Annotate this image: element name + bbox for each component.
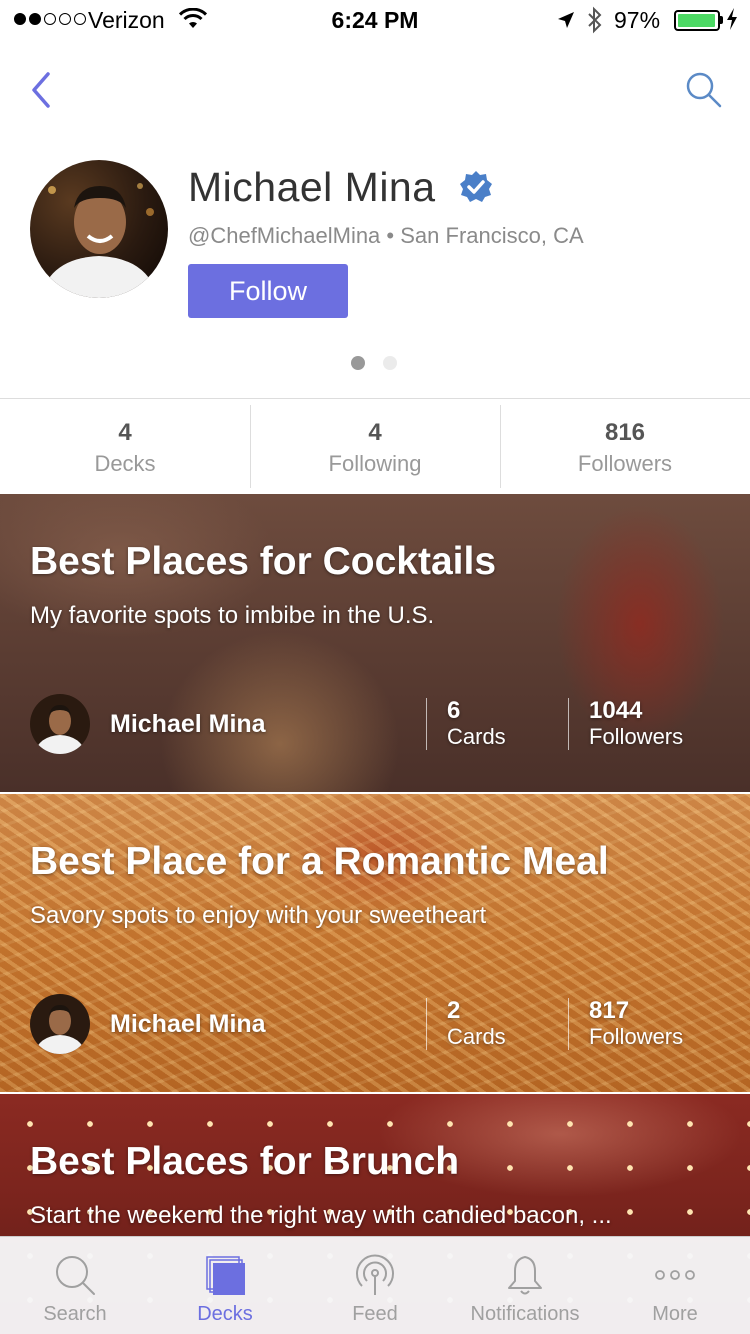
search-icon [56, 1256, 95, 1295]
deck-subtitle: My favorite spots to imbibe in the U.S. [30, 602, 435, 629]
deck-title: Best Places for Cocktails [30, 540, 497, 583]
profile-location: San Francisco, CA [400, 223, 584, 248]
stat-following[interactable]: 4 Following [250, 399, 500, 494]
bell-icon [508, 1256, 542, 1295]
decks-icon [206, 1256, 245, 1295]
followers-label: Followers [589, 1024, 684, 1049]
profile-meta: @ChefMichaelMina • San Francisco, CA [188, 223, 584, 249]
tab-label: Decks [197, 1303, 253, 1325]
tab-more[interactable]: More [600, 1237, 750, 1334]
tab-search[interactable]: Search [0, 1237, 150, 1334]
feed-broadcast-icon [356, 1254, 394, 1295]
author-avatar [30, 694, 90, 754]
followers-value: 817 [589, 997, 630, 1024]
page-dot-2[interactable] [383, 356, 397, 370]
tab-notifications[interactable]: Notifications [450, 1237, 600, 1334]
stat-value: 4 [368, 419, 382, 446]
profile-name: Michael Mina [188, 164, 436, 210]
page-dot-1[interactable] [351, 356, 365, 370]
deck-followers-count: 817 Followers [568, 998, 683, 1050]
tab-label: Feed [352, 1303, 398, 1325]
tab-decks[interactable]: Decks [150, 1237, 300, 1334]
stat-label: Following [328, 451, 422, 476]
stat-label: Decks [94, 451, 156, 476]
bluetooth-icon [586, 6, 604, 40]
more-dots-icon [655, 1270, 695, 1280]
status-bar: Verizon 6:24 PM 97% [0, 0, 750, 40]
stat-value: 816 [604, 419, 646, 446]
cards-label: Cards [447, 1024, 506, 1049]
profile-stats: 4 Decks 4 Following 816 Followers [0, 398, 750, 494]
deck-subtitle: Start the weekend the right way with can… [30, 1202, 612, 1229]
author-name: Michael Mina [110, 1009, 266, 1038]
followers-value: 1044 [589, 697, 643, 724]
author-name: Michael Mina [110, 709, 266, 738]
deck-followers-count: 1044 Followers [568, 698, 683, 750]
tab-label: Search [43, 1303, 107, 1325]
search-button[interactable] [684, 70, 724, 110]
stat-label: Followers [577, 451, 673, 476]
tab-label: More [652, 1303, 698, 1325]
author-avatar [30, 994, 90, 1054]
deck-author[interactable]: Michael Mina [30, 694, 266, 754]
cards-value: 2 [447, 997, 461, 1024]
back-button[interactable] [24, 68, 64, 112]
battery-icon [674, 10, 720, 31]
tab-label: Notifications [470, 1303, 580, 1325]
battery-cap [720, 16, 723, 24]
verified-badge-icon [459, 170, 493, 204]
deck-cards-count: 6 Cards [426, 698, 506, 750]
tab-bar: Search Decks Feed Notifications More [0, 1236, 750, 1334]
stat-value: 4 [118, 419, 132, 446]
profile-handle: @ChefMichaelMina [188, 223, 381, 248]
search-icon [686, 72, 722, 108]
followers-label: Followers [589, 724, 684, 749]
deck-title: Best Places for Brunch [30, 1140, 460, 1183]
follow-button[interactable]: Follow [188, 264, 348, 318]
location-arrow-icon [556, 9, 576, 36]
stat-followers[interactable]: 816 Followers [500, 399, 750, 494]
cards-label: Cards [447, 724, 506, 749]
cards-value: 6 [447, 697, 461, 724]
deck-card[interactable]: Best Places for Cocktails My favorite sp… [0, 494, 750, 792]
deck-author[interactable]: Michael Mina [30, 994, 266, 1054]
battery-percent: 97% [614, 7, 661, 33]
page-indicator[interactable] [351, 356, 397, 370]
deck-title: Best Place for a Romantic Meal [30, 840, 609, 883]
chevron-left-icon [32, 72, 50, 108]
tab-feed[interactable]: Feed [300, 1237, 450, 1334]
meta-separator: • [386, 223, 395, 248]
deck-subtitle: Savory spots to enjoy with your sweethea… [30, 902, 487, 929]
deck-cards-count: 2 Cards [426, 998, 506, 1050]
stat-decks[interactable]: 4 Decks [0, 399, 250, 494]
profile-avatar [30, 160, 168, 298]
charging-bolt-icon [727, 8, 737, 36]
deck-card[interactable]: Best Place for a Romantic Meal Savory sp… [0, 794, 750, 1092]
